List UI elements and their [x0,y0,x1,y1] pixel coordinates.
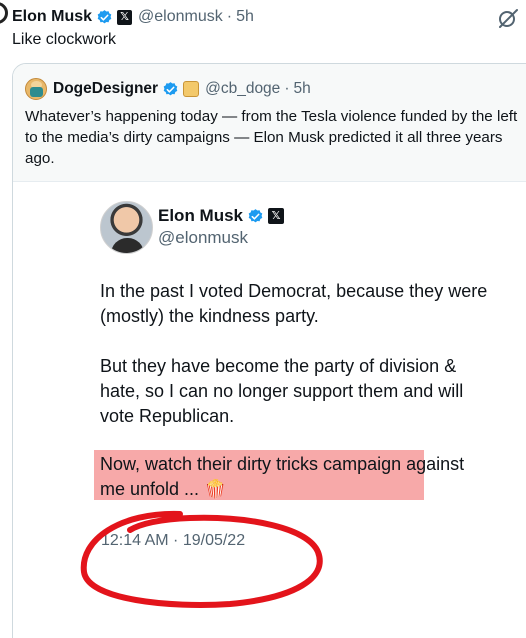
quoted-post-card[interactable]: DogeDesigner @cb_doge · 5h Whatever’s ha… [12,63,526,638]
separator-dot: · [226,8,233,25]
embedded-author-avatar [100,201,153,254]
embedded-author-name: Elon Musk [158,206,244,225]
grok-icon[interactable] [496,6,520,30]
author-avatar[interactable] [0,2,8,24]
embedded-timestamp: 12:14 AM · 19/05/22 [101,532,246,549]
embedded-author-header: Elon Musk 𝕏 [158,205,285,227]
quote-header-area: DogeDesigner @cb_doge · 5h Whatever’s ha… [13,64,526,182]
author-name[interactable]: Elon Musk [12,8,92,26]
verified-badge-icon [248,208,263,222]
post-header: Elon Musk 𝕏 @elonmusk · 5h [12,6,254,28]
embedded-author-handle: @elonmusk [158,228,249,247]
quote-header: DogeDesigner @cb_doge · 5h [25,77,311,101]
x-logo-icon: 𝕏 [268,208,285,224]
post-text: Like clockwork [12,31,117,48]
verified-badge-icon [163,81,178,95]
quote-time[interactable]: 5h [293,80,310,98]
post-time[interactable]: 5h [236,8,254,26]
embedded-paragraph-3: Now, watch their dirty tricks campaign a… [100,454,465,499]
quote-author-handle[interactable]: @cb_doge [205,80,280,98]
verified-badge-icon [97,9,112,23]
x-logo-icon: 𝕏 [117,9,133,25]
quote-author-avatar[interactable] [25,78,47,100]
separator-dot: · [284,80,290,97]
doge-affiliate-icon [183,81,200,97]
embedded-paragraph-1: In the past I voted Democrat, because th… [100,281,488,326]
quote-author-name[interactable]: DogeDesigner [53,80,158,98]
quote-text: Whatever’s happening today — from the Te… [25,108,518,167]
embedded-paragraph-2: But they have become the party of divisi… [100,356,464,426]
author-handle[interactable]: @elonmusk [138,8,223,26]
